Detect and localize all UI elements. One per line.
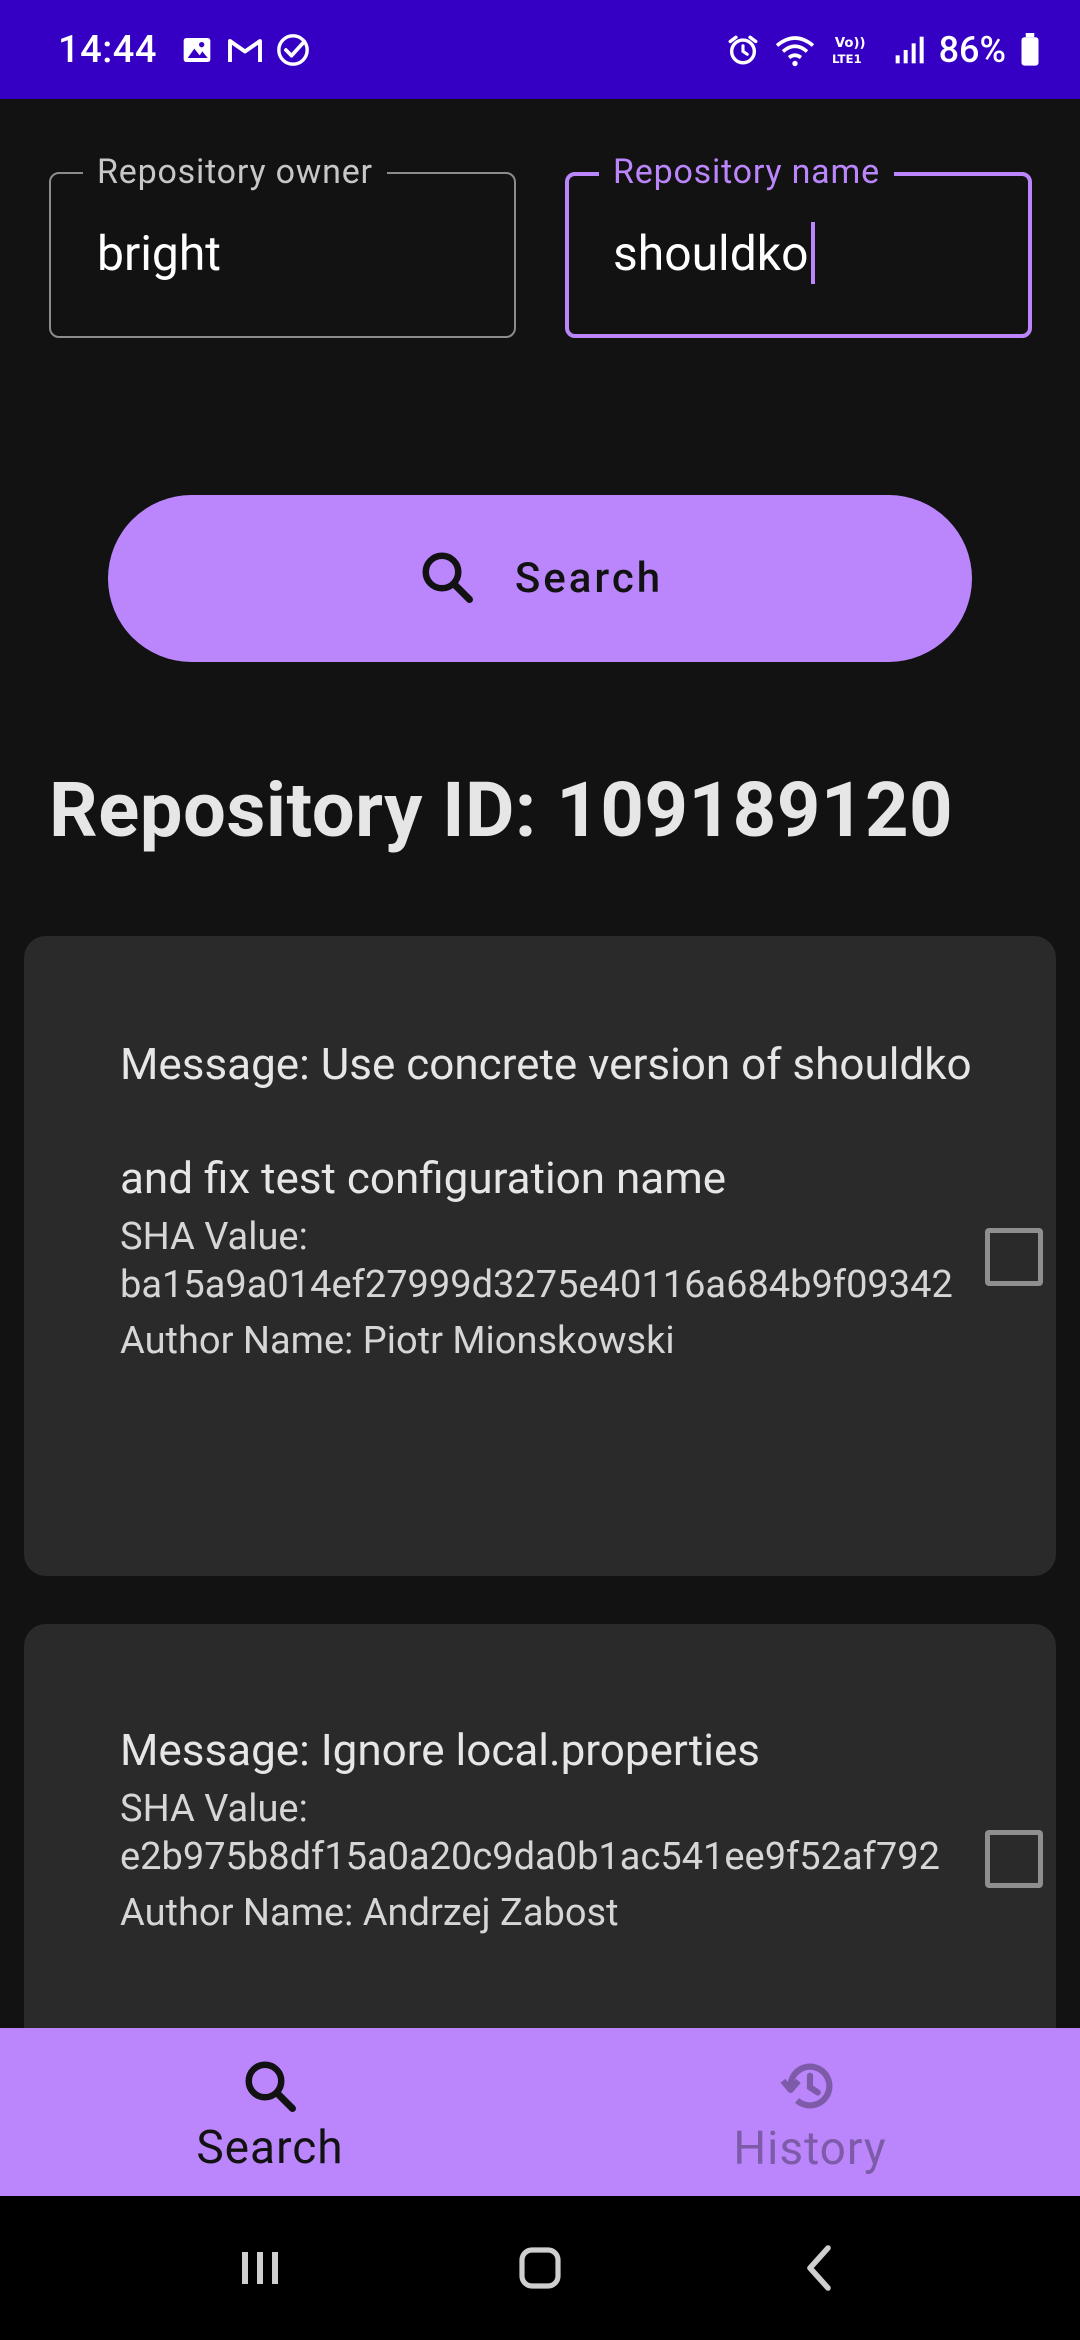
svg-text:Vo)): Vo)) [834, 36, 865, 51]
nav-label-search: Search [196, 2121, 344, 2175]
search-icon [240, 2056, 300, 2120]
status-bar: 14:44 Vo)) LTE1 86% [0, 0, 1080, 99]
gallery-icon [179, 32, 215, 68]
repository-owner-field[interactable]: Repository owner bright [49, 150, 516, 338]
svg-text:LTE1: LTE1 [832, 52, 862, 66]
commit-details: Message: Ignore local.properties SHA Val… [120, 1722, 1000, 1937]
repository-owner-input[interactable]: bright [97, 224, 221, 284]
commit-sha: e2b975b8df15a0a20c9da0b1ac541ee9f52af792 [120, 1835, 940, 1879]
status-time: 14:44 [58, 27, 157, 72]
repository-name-input[interactable]: shouldko [613, 222, 815, 285]
gmail-icon [227, 32, 263, 68]
history-icon [779, 2055, 841, 2121]
volte-icon: Vo)) LTE1 [829, 32, 879, 68]
commit-card: Message: Use concrete version of shouldk… [24, 936, 1056, 1576]
home-button[interactable] [495, 2223, 585, 2313]
system-navigation-bar [0, 2196, 1080, 2340]
commit-message: Message: Use concrete version of shouldk… [120, 1038, 972, 1204]
bottom-navigation: Search History [0, 2028, 1080, 2196]
commit-checkbox[interactable] [985, 1830, 1043, 1888]
commit-sha-label: SHA Value: [120, 1215, 308, 1259]
battery-percent: 86% [938, 28, 1006, 71]
commit-details: Message: Use concrete version of shouldk… [120, 1036, 1000, 1365]
commit-card: Message: Ignore local.properties SHA Val… [24, 1624, 1056, 2054]
repository-name-field[interactable]: Repository name shouldko [565, 150, 1032, 338]
text-caret [810, 222, 815, 285]
repository-owner-label: Repository owner [83, 150, 387, 194]
search-icon [417, 547, 477, 611]
repository-name-label: Repository name [599, 150, 894, 194]
nav-label-history: History [733, 2122, 887, 2176]
check-circle-icon [275, 32, 311, 68]
commit-message: Message: Ignore local.properties [120, 1724, 761, 1776]
nav-item-search[interactable]: Search [0, 2028, 540, 2196]
status-left: 14:44 [58, 28, 311, 72]
nav-item-history[interactable]: History [540, 2028, 1080, 2196]
battery-icon [1018, 32, 1042, 68]
repository-id-heading: Repository ID: 109189120 [49, 765, 954, 855]
commit-checkbox[interactable] [985, 1228, 1043, 1286]
status-right: Vo)) LTE1 86% [725, 29, 1042, 71]
repository-name-value: shouldko [613, 225, 809, 282]
commit-author: Author Name: Andrzej Zabost [120, 1891, 619, 1935]
signal-icon [891, 32, 927, 68]
back-button[interactable] [775, 2223, 865, 2313]
recents-button[interactable] [215, 2223, 305, 2313]
search-button[interactable]: Search [108, 495, 972, 662]
alarm-icon [725, 32, 761, 68]
commit-author: Author Name: Piotr Mionskowski [120, 1319, 675, 1363]
wifi-icon [773, 32, 817, 68]
commit-sha: ba15a9a014ef27999d3275e40116a684b9f09342 [120, 1263, 953, 1307]
search-button-label: Search [514, 554, 664, 603]
commit-sha-label: SHA Value: [120, 1787, 308, 1831]
